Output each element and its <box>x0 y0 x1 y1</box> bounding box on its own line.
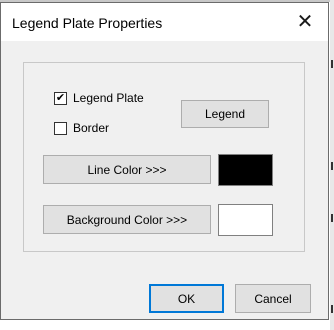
options-group: ✔ Legend Plate Border Legend Line Color … <box>23 62 305 252</box>
title-bar: Legend Plate Properties ✕ <box>1 3 328 41</box>
legend-button[interactable]: Legend <box>181 100 269 128</box>
legend-plate-label: Legend Plate <box>73 91 144 105</box>
cancel-button[interactable]: Cancel <box>235 284 311 313</box>
background-window-edge <box>330 0 334 330</box>
close-button[interactable]: ✕ <box>290 8 320 36</box>
background-color-swatch <box>218 204 273 236</box>
line-color-swatch <box>218 154 273 186</box>
legend-plate-properties-dialog: Legend Plate Properties ✕ ✔ Legend Plate… <box>0 2 329 320</box>
background-color-button[interactable]: Background Color >>> <box>43 205 211 234</box>
dialog-title: Legend Plate Properties <box>12 15 163 31</box>
legend-plate-checkbox[interactable]: ✔ Legend Plate <box>54 91 144 105</box>
ok-button[interactable]: OK <box>149 284 224 313</box>
border-label: Border <box>73 121 110 135</box>
border-checkbox-box[interactable] <box>54 121 67 135</box>
legend-plate-checkbox-box[interactable]: ✔ <box>54 91 67 105</box>
border-checkbox[interactable]: Border <box>54 121 109 135</box>
check-icon: ✔ <box>55 91 66 104</box>
close-icon: ✕ <box>296 11 314 33</box>
line-color-button[interactable]: Line Color >>> <box>43 155 211 184</box>
